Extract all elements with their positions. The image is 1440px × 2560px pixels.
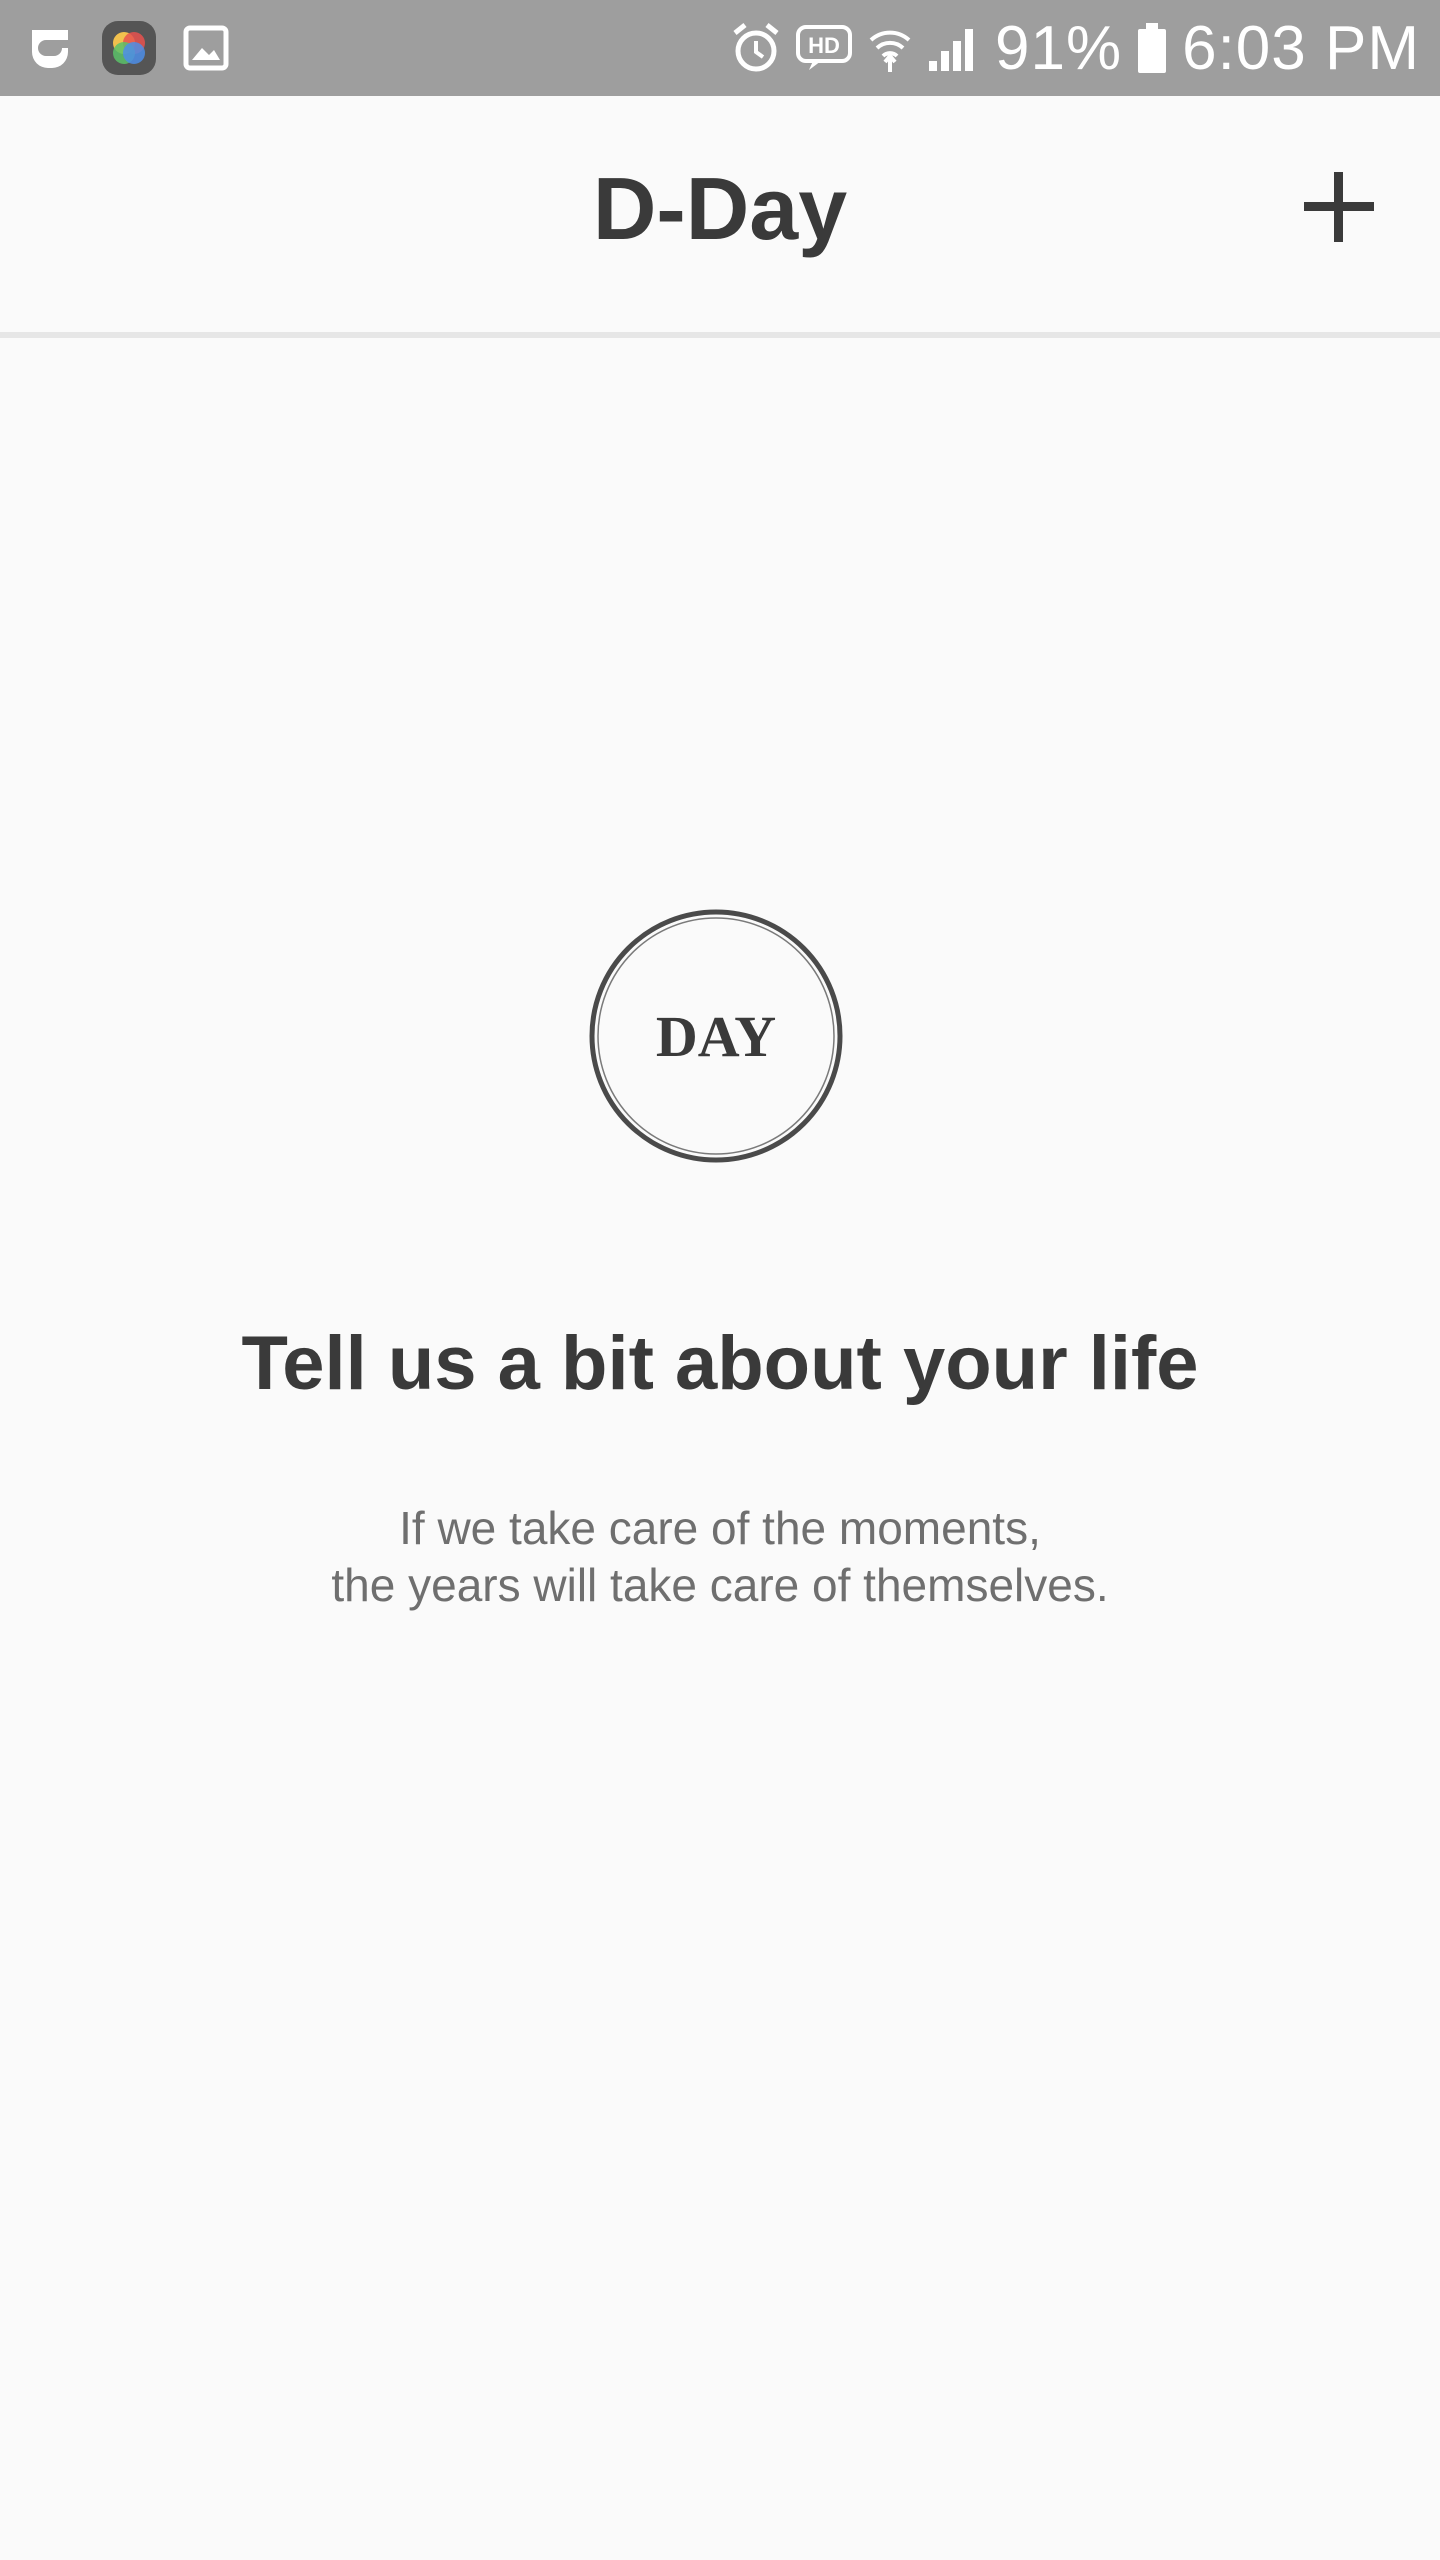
- day-badge-icon: DAY: [588, 908, 844, 1164]
- battery-icon: [1136, 21, 1168, 75]
- status-right-icons: HD 91% 6:03 PM: [731, 0, 1420, 96]
- empty-state-subtitle: If we take care of the moments, the year…: [0, 1500, 1440, 1614]
- status-left-icons: [24, 0, 230, 96]
- signal-icon: [927, 23, 981, 73]
- alarm-icon: [731, 21, 781, 75]
- color-app-icon: [100, 19, 158, 77]
- gallery-icon: [182, 24, 230, 72]
- battery-percentage: 91%: [995, 13, 1123, 83]
- page-title: D-Day: [592, 159, 848, 258]
- add-dday-button[interactable]: [1298, 166, 1380, 248]
- svg-text:HD: HD: [808, 33, 840, 58]
- plus-icon: [1304, 172, 1374, 242]
- status-bar: HD 91% 6:03 PM: [0, 0, 1440, 96]
- status-time: 6:03 PM: [1182, 13, 1420, 83]
- wifi-icon: [867, 22, 913, 74]
- empty-state-subtitle-line1: If we take care of the moments,: [399, 1502, 1041, 1554]
- empty-state-subtitle-line2: the years will take care of themselves.: [331, 1559, 1109, 1611]
- header-divider: [0, 332, 1440, 338]
- notification-app-icon: [24, 22, 76, 74]
- app-bar: D-Day: [0, 96, 1440, 334]
- empty-state-headline: Tell us a bit about your life: [241, 1321, 1199, 1406]
- screen: HD 91% 6:03 PM D-Day DAY Tell us a bit a…: [0, 0, 1440, 2560]
- hd-voice-icon: HD: [795, 24, 853, 72]
- day-badge-text: DAY: [656, 1004, 776, 1069]
